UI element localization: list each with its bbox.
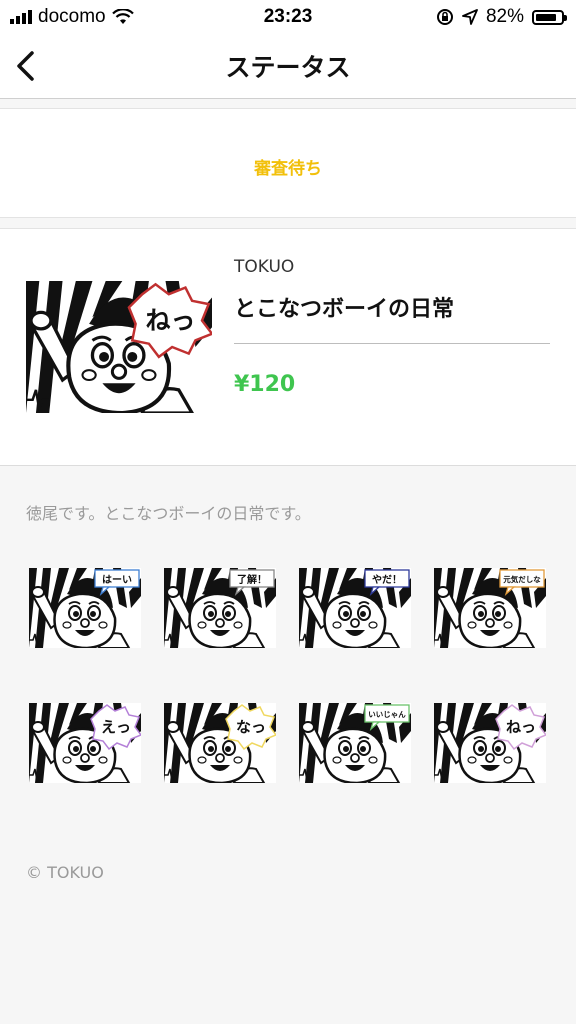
navigation-bar: ステータス [0,34,576,99]
review-status-section: 審査待ち [0,108,576,218]
sticker-thumbnail: はーい [29,568,141,648]
location-arrow-icon [462,9,478,25]
speech-bubble-text: やだ！ [372,574,402,586]
speech-bubble-text: 元気だしな [503,574,541,584]
review-status-label: 審査待ち [254,159,322,179]
speech-bubble-text: いいじゃん [368,710,406,719]
battery-fill [536,13,556,21]
speech-bubble-text: はーい [102,574,132,586]
product-description: 徳尾です。とこなつボーイの日常です。 [26,504,311,523]
speech-bubble-text: えっ [101,718,131,736]
sticker-thumbnail: なっ [164,703,276,783]
copyright-text: © TOKUO [26,863,104,882]
battery-icon [532,9,567,25]
product-price: ¥120 [234,372,296,397]
product-title: とこなつボーイの日常 [234,297,455,322]
status-bar: docomo 23:23 82% [0,0,576,34]
divider [234,343,550,344]
sticker-thumbnail: えっ [29,703,141,783]
speech-bubble-text: 了解！ [237,573,267,586]
speech-bubble-text: ねっ [146,306,196,335]
sticker-thumbnail: いいじゃん [299,703,411,783]
sticker-thumbnail: ねっ [434,703,546,783]
main-sticker-image: ねっ [26,281,212,413]
sticker-thumbnail: 了解！ [164,568,276,648]
orientation-lock-icon [436,9,453,25]
sticker-thumbnail: 元気だしな [434,568,546,648]
page-title: ステータス [225,53,351,82]
sticker-thumbnail: やだ！ [299,568,411,648]
speech-bubble-text: なっ [236,718,266,736]
creator-name: TOKUO [234,257,295,277]
product-card: ねっ TOKUO とこなつボーイの日常 ¥120 [0,228,576,466]
speech-bubble-text: ねっ [506,718,536,736]
battery-percent: 82% [485,6,524,27]
